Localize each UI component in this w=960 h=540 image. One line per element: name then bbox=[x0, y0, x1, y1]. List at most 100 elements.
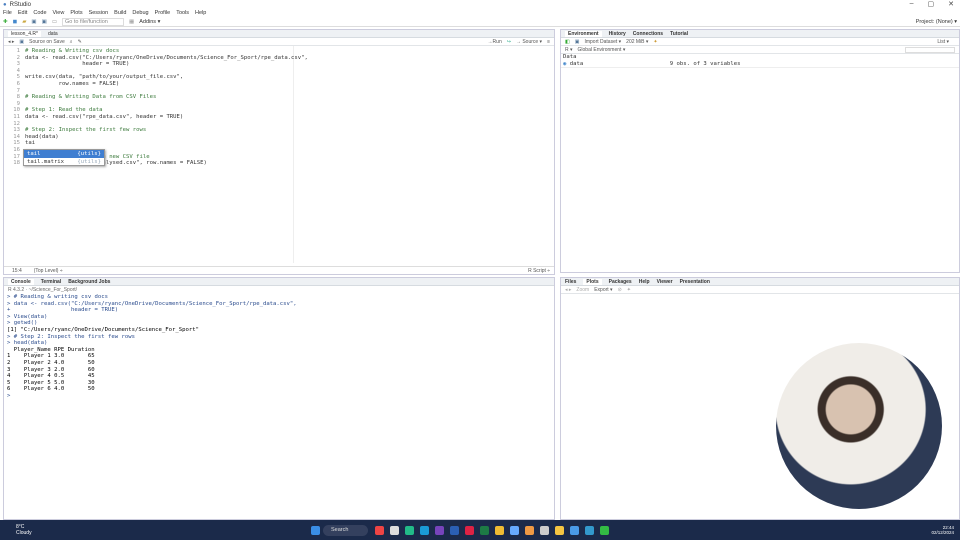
addins-menu[interactable]: Addins ▾ bbox=[139, 19, 160, 25]
console-line: Player_Name RPE Duration bbox=[7, 346, 95, 353]
new-file-icon[interactable]: ✚ bbox=[3, 19, 8, 25]
powerpoint-icon[interactable] bbox=[465, 525, 474, 535]
tab-data[interactable]: data bbox=[48, 31, 58, 37]
tab-files[interactable]: Files bbox=[565, 279, 576, 285]
grid-icon[interactable]: ▦ bbox=[129, 19, 134, 25]
env-search-input[interactable] bbox=[905, 46, 955, 53]
menu-view[interactable]: View bbox=[53, 10, 65, 16]
console-line: 6 Player 6 4.0 50 bbox=[7, 386, 95, 393]
menu-file[interactable]: File bbox=[3, 10, 12, 16]
tab-packages[interactable]: Packages bbox=[609, 279, 632, 285]
tab-connections[interactable]: Connections bbox=[633, 31, 663, 37]
tab-environment[interactable]: Environment bbox=[565, 30, 602, 37]
prev-plot-icon[interactable]: ◂ ▸ bbox=[565, 287, 571, 293]
menu-session[interactable]: Session bbox=[89, 10, 109, 16]
remove-plot-icon[interactable]: ⊘ bbox=[618, 287, 622, 293]
tab-tutorial[interactable]: Tutorial bbox=[670, 31, 688, 37]
broom-icon[interactable]: ✦ bbox=[653, 39, 657, 45]
chrome-icon[interactable] bbox=[525, 525, 534, 535]
weather-widget[interactable]: 8°C Cloudy bbox=[0, 524, 32, 536]
app-icon[interactable] bbox=[375, 525, 384, 535]
menu-plots[interactable]: Plots bbox=[70, 10, 82, 16]
tab-plots[interactable]: Plots bbox=[583, 278, 602, 285]
rerun-icon[interactable]: ↪ bbox=[507, 39, 511, 45]
minimize-button[interactable]: – bbox=[910, 0, 914, 8]
source-on-save-checkbox[interactable]: Source on Save bbox=[29, 39, 65, 45]
close-button[interactable]: ✕ bbox=[948, 0, 954, 8]
menu-edit[interactable]: Edit bbox=[18, 10, 27, 16]
env-row[interactable]: ◉ data 9 obs. of 3 variables bbox=[561, 61, 959, 69]
save-all-icon[interactable]: ▣ bbox=[42, 19, 47, 25]
language-selector[interactable]: R ▾ bbox=[565, 47, 573, 53]
search-icon[interactable]: ⌕ bbox=[70, 39, 73, 45]
scope-selector[interactable]: (Top Level) ÷ bbox=[34, 268, 63, 274]
load-workspace-icon[interactable]: ◧ bbox=[565, 39, 570, 45]
tab-lesson-4[interactable]: lesson_4.R* bbox=[8, 30, 41, 37]
scope-selector[interactable]: Global Environment ▾ bbox=[578, 47, 626, 53]
console-line: > head(data) bbox=[7, 340, 48, 347]
tab-console[interactable]: Console bbox=[8, 278, 34, 285]
excel-icon[interactable] bbox=[480, 525, 489, 535]
menu-debug[interactable]: Debug bbox=[132, 10, 148, 16]
app-icon[interactable] bbox=[390, 525, 399, 535]
clear-plots-icon[interactable]: ✦ bbox=[627, 287, 631, 293]
app-icon[interactable] bbox=[585, 525, 594, 535]
line-number: 4 bbox=[16, 67, 20, 74]
tab-terminal[interactable]: Terminal bbox=[41, 279, 61, 285]
console-line: 3 Player 3 2.0 60 bbox=[7, 366, 95, 373]
memory-usage[interactable]: 202 MiB ▾ bbox=[626, 39, 648, 45]
clock[interactable]: 22:44 02/12/2024 bbox=[931, 525, 954, 535]
tab-history[interactable]: History bbox=[609, 31, 626, 37]
tab-help[interactable]: Help bbox=[639, 279, 650, 285]
export-button[interactable]: Export ▾ bbox=[594, 287, 612, 293]
menu-code[interactable]: Code bbox=[33, 10, 46, 16]
source-button[interactable]: → Source ▾ bbox=[516, 39, 542, 45]
import-dataset-button[interactable]: Import Dataset ▾ bbox=[584, 39, 621, 45]
file-type-selector[interactable]: R Script ÷ bbox=[528, 268, 550, 274]
open-project-icon[interactable]: ◼ bbox=[13, 19, 18, 25]
tab-presentation[interactable]: Presentation bbox=[680, 279, 710, 285]
menu-help[interactable]: Help bbox=[195, 10, 206, 16]
maximize-button[interactable]: ▢ bbox=[928, 0, 935, 8]
tab-viewer[interactable]: Viewer bbox=[657, 279, 673, 285]
outline-icon[interactable]: ≡ bbox=[547, 39, 550, 45]
app-icon[interactable] bbox=[405, 525, 414, 535]
env-var-name[interactable]: data bbox=[570, 61, 670, 68]
console-line: 5 Player 5 5.0 30 bbox=[7, 379, 95, 386]
menu-tools[interactable]: Tools bbox=[176, 10, 189, 16]
app-icon[interactable] bbox=[495, 525, 504, 535]
word-icon[interactable] bbox=[450, 525, 459, 535]
project-menu[interactable]: Project: (None) ▾ bbox=[916, 19, 957, 25]
folder-icon[interactable] bbox=[555, 525, 564, 535]
start-icon[interactable] bbox=[311, 525, 320, 535]
save-workspace-icon[interactable]: ▣ bbox=[575, 39, 580, 45]
console-path: R 4.3.2 · ~/Science_For_Sport/ bbox=[8, 287, 78, 293]
autocomplete-item[interactable]: tail {utils} bbox=[24, 150, 104, 158]
menu-profile[interactable]: Profile bbox=[155, 10, 171, 16]
tab-background-jobs[interactable]: Background Jobs bbox=[68, 279, 110, 285]
app-icon[interactable] bbox=[540, 525, 549, 535]
app-icon[interactable] bbox=[510, 525, 519, 535]
taskbar-search[interactable]: Search bbox=[323, 524, 368, 536]
menu-bar: File Edit Code View Plots Session Build Debug Pr… bbox=[0, 9, 960, 17]
zoom-button[interactable]: Zoom bbox=[576, 287, 589, 293]
save-icon[interactable]: ▣ bbox=[31, 19, 36, 25]
autocomplete-item[interactable]: tail.matrix {utils} bbox=[24, 158, 104, 166]
menu-build[interactable]: Build bbox=[114, 10, 126, 16]
run-button[interactable]: →Run bbox=[488, 39, 502, 45]
code-line: 12 bbox=[4, 121, 293, 128]
console-output[interactable]: > # Reading & writing csv docs > data <- … bbox=[4, 294, 554, 400]
open-file-icon[interactable]: ▰ bbox=[22, 19, 26, 25]
todo-icon[interactable] bbox=[570, 525, 579, 535]
app-icon[interactable] bbox=[435, 525, 444, 535]
goto-file-input[interactable]: Go to file/function bbox=[62, 17, 125, 26]
back-icon[interactable]: ◂ ▸ bbox=[8, 39, 14, 45]
save-icon[interactable]: ▣ bbox=[19, 39, 24, 45]
rstudio-icon[interactable] bbox=[600, 525, 609, 535]
wand-icon[interactable]: ✎ bbox=[78, 39, 82, 45]
console-pane: Console Terminal Background Jobs R 4.3.2… bbox=[3, 277, 555, 520]
edge-icon[interactable] bbox=[420, 525, 429, 535]
print-icon[interactable]: ▭ bbox=[52, 19, 57, 25]
view-mode-button[interactable]: List ▾ bbox=[937, 39, 949, 45]
code-line: 10 # Step 1: Read the data bbox=[4, 107, 293, 114]
